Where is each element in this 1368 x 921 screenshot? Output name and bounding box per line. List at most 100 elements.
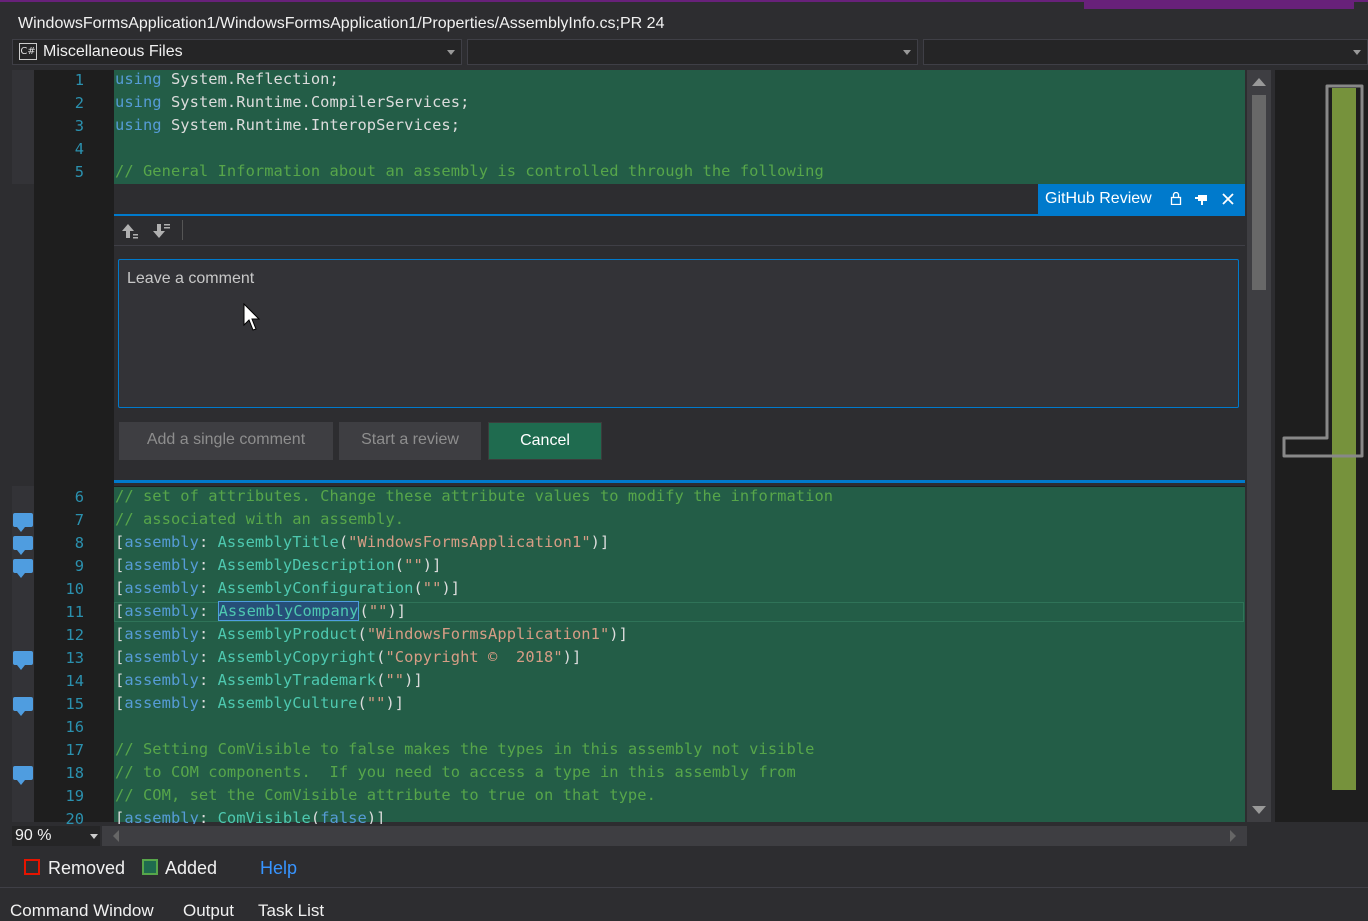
line-number: 18 — [65, 764, 84, 782]
code-line[interactable]: 12 [assembly: AssemblyProduct("WindowsFor… — [34, 624, 1245, 647]
code-text: [assembly: AssemblyCulture("")] — [115, 694, 404, 712]
code-token: "" — [368, 602, 388, 620]
active-document-tab-strip[interactable] — [1084, 0, 1354, 9]
comment-glyph-icon[interactable] — [13, 651, 33, 670]
code-line[interactable]: 3 using System.Runtime.InteropServices; — [34, 115, 1245, 138]
code-token: [ — [115, 556, 125, 574]
code-token: : — [198, 648, 218, 666]
comment-glyph-icon[interactable] — [13, 513, 33, 532]
code-line[interactable]: 15 [assembly: AssemblyCulture("")] — [13, 693, 1245, 716]
tab-output[interactable]: Output — [183, 901, 234, 921]
code-token: [ — [115, 602, 125, 620]
member-combo[interactable] — [923, 39, 1368, 65]
code-line[interactable]: 16 — [34, 716, 1245, 739]
code-token: [ — [115, 625, 125, 643]
add-single-comment-button[interactable]: Add a single comment — [119, 422, 333, 460]
start-review-button[interactable]: Start a review — [339, 422, 481, 460]
code-line[interactable]: 4 — [34, 138, 1245, 161]
project-combo[interactable]: C# Miscellaneous Files — [12, 39, 462, 65]
next-comment-icon[interactable] — [150, 222, 172, 240]
code-token: "" — [385, 671, 405, 689]
line-number: 10 — [65, 580, 84, 598]
pin-icon[interactable] — [1194, 193, 1210, 205]
csharp-file-icon: C# — [19, 43, 37, 60]
line-number: 9 — [74, 557, 84, 575]
line-number: 14 — [65, 672, 84, 690]
code-line[interactable]: 2 using System.Runtime.CompilerServices; — [34, 92, 1245, 115]
code-token: ( — [394, 556, 405, 574]
code-token: : — [198, 579, 218, 597]
code-token: "WindowsFormsApplication1" — [366, 625, 610, 643]
code-token: "WindowsFormsApplication1" — [348, 533, 591, 551]
cancel-button[interactable]: Cancel — [488, 422, 602, 460]
code-line[interactable]: 6 // set of attributes. Change these attr… — [34, 486, 1245, 509]
scroll-up-icon[interactable] — [1251, 77, 1267, 87]
previous-comment-icon[interactable] — [119, 222, 139, 240]
line-number: 4 — [74, 140, 84, 158]
code-text: // set of attributes. Change these attri… — [115, 487, 833, 505]
code-line[interactable]: 10 [assembly: AssemblyConfiguration("")] — [34, 578, 1245, 601]
comment-glyph-icon[interactable] — [13, 697, 33, 716]
code-line[interactable]: 11 [assembly: AssemblyCompany("")] — [34, 601, 1245, 624]
removed-label: Removed — [48, 858, 126, 878]
code-line[interactable]: 5 // General Information about an assembl… — [34, 161, 1245, 184]
scroll-left-icon[interactable] — [112, 829, 120, 843]
line-number: 8 — [74, 534, 84, 552]
navigation-bar: C# Miscellaneous Files — [12, 38, 1368, 67]
document-title: WindowsFormsApplication1/WindowsFormsApp… — [18, 15, 665, 32]
code-text: [assembly: AssemblyDescription("")] — [115, 556, 441, 574]
code-token: assembly — [124, 602, 199, 620]
horizontal-scroll-track[interactable] — [102, 826, 1247, 846]
code-line[interactable]: 18 // to COM components. If you need to a… — [13, 762, 1245, 785]
code-line[interactable]: 19 // COM, set the ComVisible attribute t… — [34, 785, 1245, 808]
line-number: 12 — [65, 626, 84, 644]
code-token: using — [115, 116, 162, 134]
code-token: : — [198, 602, 218, 620]
code-line[interactable]: 1 using System.Reflection; — [34, 69, 1245, 92]
close-icon[interactable] — [1221, 192, 1235, 206]
comment-placeholder: Leave a comment — [127, 270, 255, 287]
comment-glyph-icon[interactable] — [13, 559, 33, 578]
code-text: using System.Reflection; — [115, 70, 339, 88]
line-number: 17 — [65, 741, 84, 759]
code-line[interactable]: 9 [assembly: AssemblyDescription("")] — [13, 555, 1245, 578]
code-token: : — [198, 625, 218, 643]
project-combo-value: Miscellaneous Files — [43, 43, 183, 60]
code-token: AssemblyTitle — [217, 533, 339, 551]
code-line[interactable]: 13 [assembly: AssemblyCopyright("Copyrigh… — [13, 647, 1245, 670]
code-token: assembly — [124, 648, 199, 666]
code-token: AssemblyCompany — [217, 601, 360, 621]
code-line[interactable]: 7 // associated with an assembly. — [13, 509, 1245, 532]
code-text: // COM, set the ComVisible attribute to … — [115, 786, 656, 804]
chevron-down-icon — [903, 50, 911, 55]
code-token: [ — [115, 533, 125, 551]
lock-icon[interactable] — [1170, 192, 1182, 205]
code-line[interactable]: 17 // Setting ComVisible to false makes t… — [34, 739, 1245, 762]
vertical-scroll-thumb[interactable] — [1252, 95, 1266, 290]
comment-glyph-icon[interactable] — [13, 766, 33, 785]
code-token: // General Information about an assembly… — [115, 162, 824, 180]
code-token: AssemblyTrademark — [217, 671, 377, 689]
mouse-cursor-icon — [243, 303, 261, 331]
tab-task-list[interactable]: Task List — [258, 901, 324, 921]
code-token: [ — [115, 671, 125, 689]
diff-legend: Removed Added Help — [12, 850, 1368, 886]
type-combo[interactable] — [467, 39, 918, 65]
code-line[interactable]: 8 [assembly: AssemblyTitle("WindowsFormsA… — [13, 532, 1245, 555]
comment-glyph-icon[interactable] — [13, 536, 33, 555]
scroll-down-icon[interactable] — [1251, 805, 1267, 815]
comment-input[interactable]: Leave a comment — [118, 259, 1239, 408]
code-line[interactable]: 14 [assembly: AssemblyTrademark("")] — [34, 670, 1245, 693]
code-text: [assembly: AssemblyCopyright("Copyright … — [115, 648, 581, 666]
help-link[interactable]: Help — [260, 858, 297, 879]
github-review-tab[interactable]: GitHub Review — [1038, 184, 1245, 214]
line-number: 11 — [65, 603, 84, 621]
line-number: 19 — [65, 787, 84, 805]
viewport-indicator[interactable] — [1280, 82, 1366, 462]
code-token: : — [198, 533, 218, 551]
line-number: 6 — [74, 488, 84, 506]
zoom-combo[interactable]: 90 % — [12, 826, 100, 846]
line-number: 5 — [74, 163, 84, 181]
tab-command-window[interactable]: Command Window — [10, 901, 154, 921]
scroll-right-icon[interactable] — [1229, 829, 1237, 843]
